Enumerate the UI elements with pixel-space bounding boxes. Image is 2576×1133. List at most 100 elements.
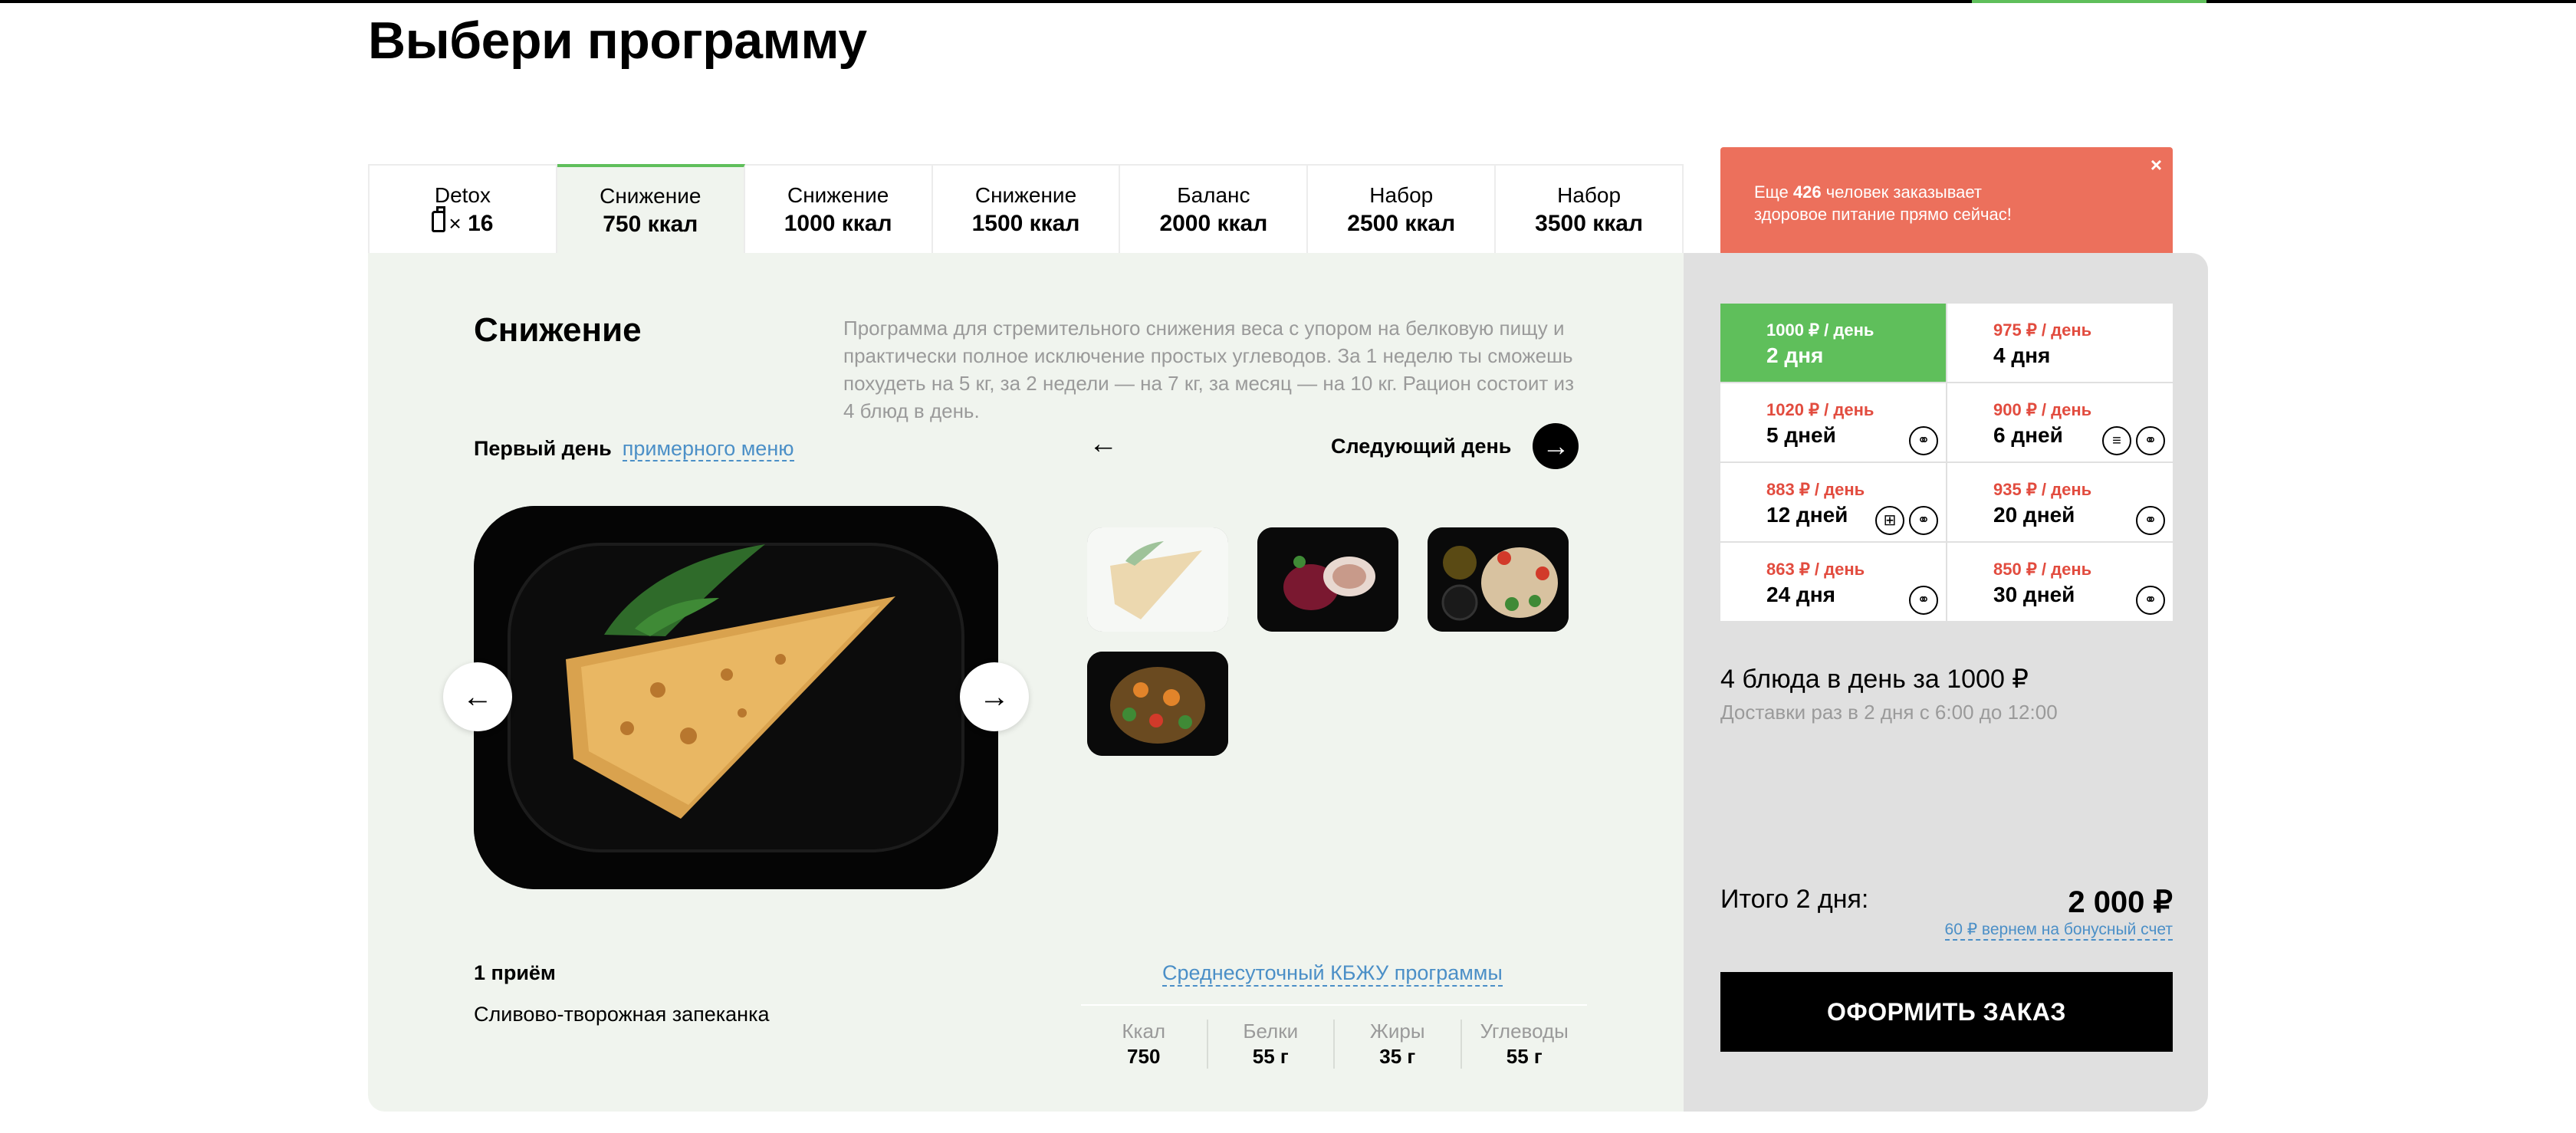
kbzhu-value: 55 г [1252,1045,1289,1068]
arrow-right-icon: → [1533,423,1579,469]
plan-price: 1000 ₽ / день [1766,320,1875,340]
plan-summary: 4 блюда в день за 1000 ₽ [1720,665,2029,694]
plan-icons: ⚭ [2136,506,2165,535]
dish-thumbnail[interactable] [1087,652,1228,756]
burger-icon: ≡ [2102,426,2131,455]
sample-menu-link[interactable]: примерного меню [622,437,794,461]
kbzhu-value: 750 [1127,1045,1161,1068]
live-orders-notification: × Еще 426 человек заказывает здоровое пи… [1720,147,2173,253]
tab-gain-2500[interactable]: Набор 2500 ккал [1308,166,1497,255]
kbzhu-key: Белки [1243,1020,1299,1043]
plan-icons: ⚭ [1909,586,1938,615]
order-button[interactable]: ОФОРМИТЬ ЗАКАЗ [1720,972,2173,1052]
casserole-thumb-image [1087,527,1228,632]
tab-label: Набор [1369,183,1434,207]
notification-suffix: человек заказывает [1821,182,1982,202]
plan-icons: ⚭ [2136,586,2165,615]
tab-detox[interactable]: Detox × 16 [370,166,557,255]
plan-option[interactable]: 883 ₽ / день 12 дней ⊞ ⚭ [1720,463,1946,541]
tab-value: 2500 ккал [1347,211,1456,236]
plan-icons: ⊞ ⚭ [1875,506,1938,535]
plan-days: 5 дней [1766,423,1836,447]
tab-reduce-750[interactable]: Снижение 750 ккал [557,164,745,255]
dumbbell-icon: ⚭ [2136,506,2165,535]
tab-value: × 16 [432,206,493,237]
plan-grid: 1000 ₽ / день 2 дня 975 ₽ / день 4 дня 1020 … [1720,304,2173,621]
kbzhu-cell-protein: Белки 55 г [1208,1020,1335,1069]
kbzhu-key: Жиры [1369,1020,1425,1043]
photo-prev-button[interactable]: ← [443,662,512,731]
tab-reduce-1000[interactable]: Снижение 1000 ккал [744,166,933,255]
order-sidebar: 1000 ₽ / день 2 дня 975 ₽ / день 4 дня 1020 … [1684,253,2208,1112]
dish-thumbnail[interactable] [1257,527,1398,632]
page-title: Выбери программу [368,11,867,70]
tab-value: 2000 ккал [1159,211,1268,236]
plan-icons: ⚭ [1909,426,1938,455]
casserole-image [474,506,998,889]
kbzhu-value: 55 г [1506,1045,1543,1068]
first-day-heading: Первый день примерного меню [474,437,794,461]
tab-label: Detox [434,183,491,207]
tab-reduce-1500[interactable]: Снижение 1500 ккал [932,166,1121,255]
tab-label: Снижение [974,183,1077,207]
plan-option[interactable]: 1000 ₽ / день 2 дня [1720,304,1946,382]
first-day-label: Первый день [474,437,612,460]
plan-icons: ≡ ⚭ [2102,426,2165,455]
bottle-icon [432,206,446,232]
total-value: 2 000 ₽ [2068,885,2173,919]
dumbbell-icon: ⚭ [1909,586,1938,615]
dish-photo [474,506,998,889]
program-panel: Снижение Программа для стремительного сн… [368,253,1684,1112]
dumbbell-icon: ⚭ [1909,506,1938,535]
dumbbell-icon: ⚭ [2136,586,2165,615]
close-icon[interactable]: × [2150,155,2162,175]
plan-option[interactable]: 850 ₽ / день 30 дней ⚭ [1947,543,2173,621]
kbzhu-cell-kcal: Ккал 750 [1081,1020,1208,1069]
next-day-button[interactable]: Следующий день → [1331,423,1579,469]
program-tabs: Detox × 16 Снижение 750 ккал Снижение 10… [368,164,1684,255]
kbzhu-value: 35 г [1379,1045,1416,1068]
tab-balance-2000[interactable]: Баланс 2000 ккал [1120,166,1309,255]
plan-option[interactable]: 1020 ₽ / день 5 дней ⚭ [1720,383,1946,461]
plan-price: 863 ₽ / день [1766,560,1865,579]
plan-price: 883 ₽ / день [1766,480,1865,499]
tab-value: 1000 ккал [784,211,892,236]
meat-berries-thumb-image [1257,527,1398,632]
plan-option[interactable]: 935 ₽ / день 20 дней ⚭ [1947,463,2173,541]
kbzhu-cell-fat: Жиры 35 г [1335,1020,1462,1069]
tab-label: Набор [1557,183,1622,207]
plan-price: 975 ₽ / день [1993,320,2092,340]
plan-price: 1020 ₽ / день [1766,400,1875,419]
plan-days: 24 дня [1766,583,1835,606]
tab-value: 3500 ккал [1535,211,1644,236]
tab-label: Снижение [600,184,702,208]
dumbbell-icon: ⚭ [1909,426,1938,455]
top-progress-accent [1972,0,2206,3]
plan-days: 20 дней [1993,503,2075,527]
times-sign: × [449,212,462,235]
tab-value: 1500 ккал [971,211,1080,236]
kbzhu-table: Ккал 750 Белки 55 г Жиры 35 г Углеводы 55 г [1081,1004,1587,1069]
plan-option[interactable]: 975 ₽ / день 4 дня [1947,304,2173,382]
bonus-link[interactable]: 60 ₽ вернем на бонусный счет [1944,920,2173,941]
meal-number: 1 приём [474,961,556,984]
plan-option[interactable]: 863 ₽ / день 24 дня ⚭ [1720,543,1946,621]
stir-fry-thumb-image [1087,652,1228,756]
notification-line-2: здоровое питание прямо сейчас! [1754,205,2012,224]
top-progress-bar [0,0,2576,3]
dish-thumbnail[interactable] [1428,527,1569,632]
delivery-info: Доставки раз в 2 дня с 6:00 до 12:00 [1720,701,2058,724]
plan-price: 935 ₽ / день [1993,480,2092,499]
program-title: Снижение [474,311,642,349]
tab-gain-3500[interactable]: Набор 3500 ккал [1496,166,1684,255]
plan-option[interactable]: 900 ₽ / день 6 дней ≡ ⚭ [1947,383,2173,461]
kbzhu-link[interactable]: Среднесуточный КБЖУ программы [1162,961,1503,987]
plan-days: 2 дня [1766,343,1824,367]
next-day-label: Следующий день [1331,434,1512,458]
plan-days: 4 дня [1993,343,2051,367]
dish-thumbnail[interactable] [1087,527,1228,632]
tab-label: Баланс [1177,183,1250,207]
prev-day-arrow-icon[interactable]: ← [1089,428,1118,461]
plan-price: 900 ₽ / день [1993,400,2092,419]
photo-next-button[interactable]: → [960,662,1029,731]
